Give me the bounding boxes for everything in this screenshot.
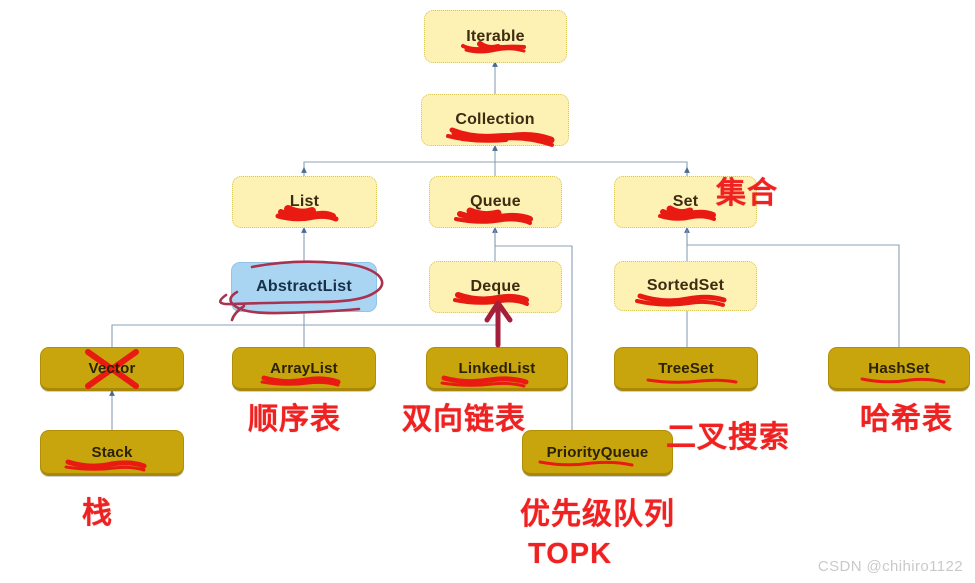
node-label-queue: Queue (470, 193, 521, 210)
node-label-deque: Deque (470, 278, 521, 295)
node-label-treeset: TreeSet (658, 359, 714, 377)
watermark: CSDN @chihiro1122 (817, 558, 963, 575)
node-hashset[interactable]: HashSet (828, 347, 970, 391)
node-label-linkedlist: LinkedList (458, 359, 536, 377)
node-iterable[interactable]: Iterable (424, 10, 567, 63)
node-label-priorityqueue: PriorityQueue (546, 443, 649, 461)
node-abstractlist[interactable]: AbstractList (231, 262, 377, 312)
ann-treeset: 二叉搜索 (666, 421, 790, 454)
node-deque[interactable]: Deque (429, 261, 562, 313)
ann-linkedlist: 双向链表 (402, 403, 526, 436)
node-label-collection: Collection (455, 111, 535, 128)
node-label-set: Set (672, 193, 699, 210)
node-linkedlist[interactable]: LinkedList (426, 347, 568, 391)
ann-priorityqueue: 优先级队列 (520, 498, 675, 531)
node-label-iterable: Iterable (466, 27, 525, 45)
edge-bus-vector (111, 324, 304, 347)
node-list[interactable]: List (232, 176, 377, 228)
ann-set: 集合 (716, 177, 778, 210)
node-label-sortedset: SortedSet (646, 277, 725, 294)
diagram-canvas: Iterable Collection List Queue Set AbstractLi… (0, 0, 975, 583)
ann-stack: 栈 (82, 497, 113, 530)
node-stack[interactable]: Stack (40, 430, 184, 476)
ann-topk: TOPK (528, 538, 613, 570)
node-label-arraylist: ArrayList (270, 359, 338, 377)
node-priorityqueue[interactable]: PriorityQueue (522, 430, 673, 476)
node-treeset[interactable]: TreeSet (614, 347, 758, 391)
edge-list-set-bus (303, 161, 688, 176)
node-label-hashset: HashSet (868, 359, 930, 377)
node-label-abstractlist: AbstractList (256, 278, 352, 295)
node-collection[interactable]: Collection (421, 94, 569, 146)
node-label-stack: Stack (91, 443, 133, 461)
node-arraylist[interactable]: ArrayList (232, 347, 376, 391)
node-sortedset[interactable]: SortedSet (614, 261, 757, 311)
ann-arraylist: 顺序表 (248, 403, 341, 436)
ann-hashset: 哈希表 (860, 403, 953, 436)
node-queue[interactable]: Queue (429, 176, 562, 228)
node-label-vector: Vector (88, 359, 136, 377)
node-vector[interactable]: Vector (40, 347, 184, 391)
node-label-list: List (289, 193, 320, 210)
